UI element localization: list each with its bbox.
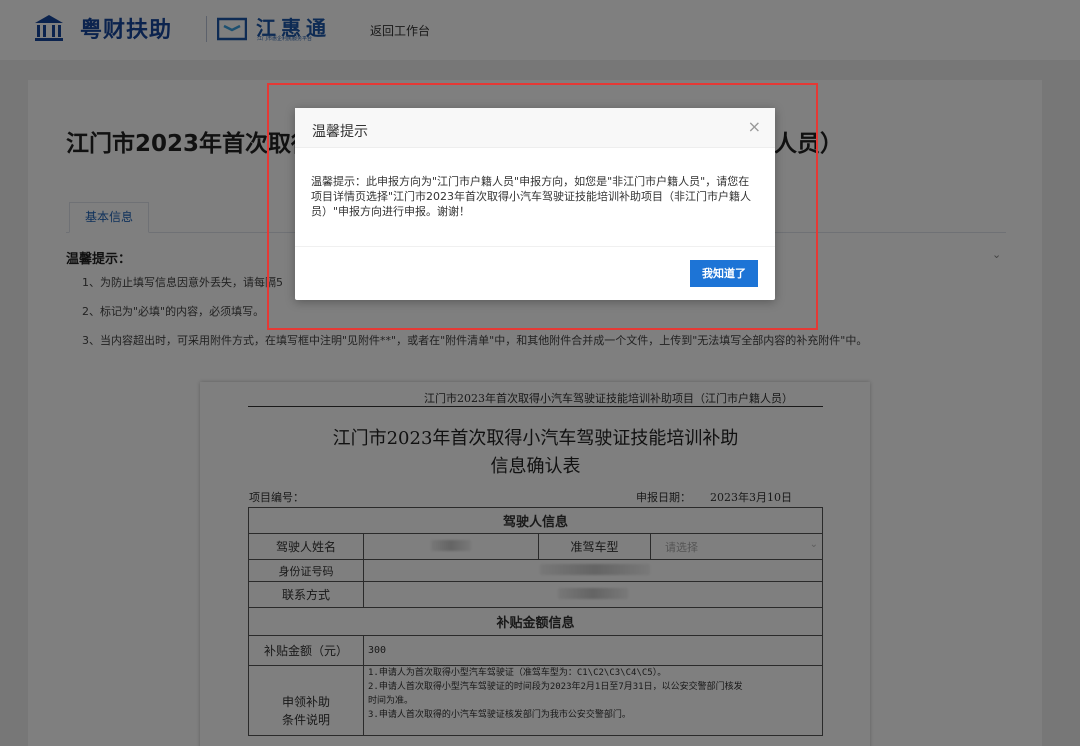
highlight-box (267, 83, 818, 330)
